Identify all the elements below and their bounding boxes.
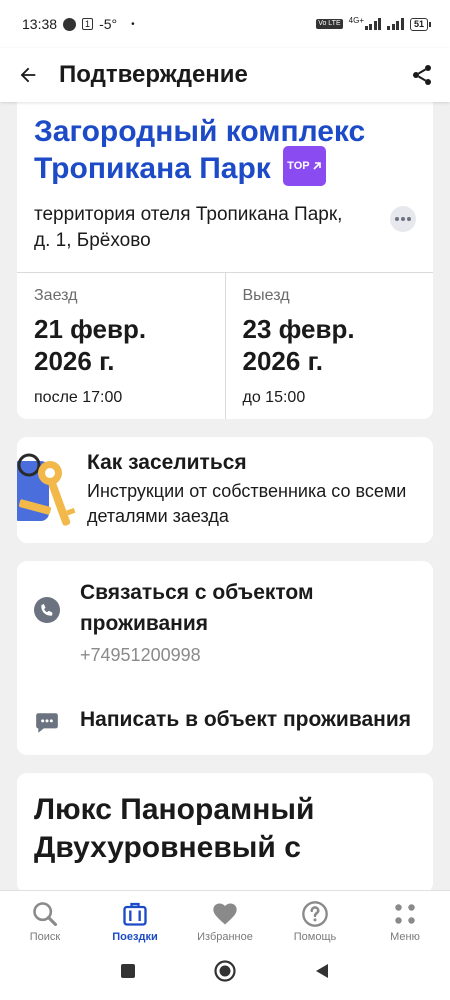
arrow-up-right-icon [313, 162, 321, 170]
app-bar: Подтверждение [0, 48, 450, 102]
status-dot: • [131, 18, 135, 30]
nav-favorites[interactable]: Избранное [180, 899, 270, 943]
more-options-button[interactable] [390, 206, 416, 232]
keys-icon [11, 437, 87, 543]
nav-favorites-label: Избранное [197, 931, 253, 943]
arrow-left-icon [20, 67, 36, 83]
volte-icon: Vo LTE [316, 19, 343, 29]
dates-row: Заезд 21 февр. 2026 г. после 17:00 Выезд… [17, 273, 433, 419]
checkin-block: Заезд 21 февр. 2026 г. после 17:00 [17, 273, 225, 419]
hotel-card: Загородный комплекс Тропикана Парк TOP т… [17, 102, 433, 419]
hotel-name[interactable]: Загородный комплекс Тропикана Парк TOP [34, 114, 416, 190]
battery-icon: 51 [409, 17, 432, 31]
call-property-row[interactable]: Связаться с объектом проживания +7495120… [17, 577, 433, 666]
menu-icon [395, 904, 415, 924]
system-nav-bar [0, 946, 450, 1000]
contacts-card: Связаться с объектом проживания +7495120… [17, 561, 433, 755]
how-to-checkin-card[interactable]: Как заселиться Инструкции от собственник… [11, 437, 433, 543]
how-to-checkin-description: Инструкции от собственника со всеми дета… [87, 481, 407, 526]
square-icon [121, 963, 135, 978]
checkout-block: Выезд 23 февр. 2026 г. до 15:00 [224, 273, 434, 419]
how-to-checkin-title: Как заселиться [87, 451, 247, 474]
share-icon [413, 65, 431, 85]
network-type: 4G+ [349, 16, 382, 30]
bottom-nav: Поиск Поездки Избранное Помощь Меню [0, 890, 450, 946]
hotel-address: территория отеля Тропикана Парк, д. 1, Б… [34, 204, 343, 251]
nav-search[interactable]: Поиск [0, 899, 90, 943]
nav-trips-label: Поездки [112, 931, 158, 943]
top-badge: TOP [283, 146, 326, 186]
call-property-title: Связаться с объектом проживания [80, 581, 314, 635]
recent-apps-button[interactable] [119, 962, 137, 985]
checkin-date: 21 февр. 2026 г. [34, 314, 147, 376]
phone-icon [34, 597, 60, 623]
message-property-title: Написать в объект проживания [80, 708, 411, 731]
checkin-time: после 17:00 [34, 389, 123, 406]
checkout-label: Выезд [242, 287, 290, 304]
circle-icon [214, 959, 236, 982]
back-nav-button[interactable] [313, 962, 331, 985]
content-scroll[interactable]: Загородный комплекс Тропикана Парк TOP т… [0, 102, 450, 890]
signal-icon-2 [387, 18, 404, 30]
property-phone[interactable]: +74951200998 [80, 645, 416, 666]
checkout-date: 23 февр. 2026 г. [242, 314, 355, 376]
nav-menu[interactable]: Меню [360, 899, 450, 943]
home-button[interactable] [213, 959, 237, 988]
nav-menu-label: Меню [390, 931, 420, 943]
checkin-label: Заезд [34, 287, 78, 304]
more-dots-icon [395, 217, 399, 221]
room-card: Люкс Панорамный Двухуровневый с [17, 773, 433, 890]
nav-help-label: Помощь [293, 931, 337, 943]
signal-icon [364, 18, 382, 30]
status-time: 13:38 [22, 16, 58, 32]
search-icon [33, 902, 58, 927]
notification-box-icon: 1 [82, 18, 94, 30]
nav-trips[interactable]: Поездки [90, 899, 180, 943]
triangle-back-icon [316, 963, 328, 978]
back-button[interactable] [14, 61, 42, 89]
checkout-time: до 15:00 [242, 389, 306, 406]
status-bar: 13:38 1 -5° • Vo LTE 4G+ 51 [0, 0, 450, 48]
share-button[interactable] [408, 61, 436, 89]
help-icon [302, 901, 328, 927]
suitcase-icon [123, 902, 147, 926]
heart-icon [213, 903, 237, 925]
status-temperature: -5° [99, 16, 118, 32]
nav-help[interactable]: Помощь [270, 899, 360, 943]
hotel-header: Загородный комплекс Тропикана Парк TOP т… [17, 102, 433, 273]
room-title: Люкс Панорамный Двухуровневый с [34, 793, 315, 864]
message-property-row[interactable]: Написать в объект проживания [17, 704, 433, 741]
notification-icon [63, 17, 77, 31]
page-title: Подтверждение [59, 61, 248, 88]
nav-search-label: Поиск [29, 931, 61, 943]
chat-icon [36, 713, 58, 733]
